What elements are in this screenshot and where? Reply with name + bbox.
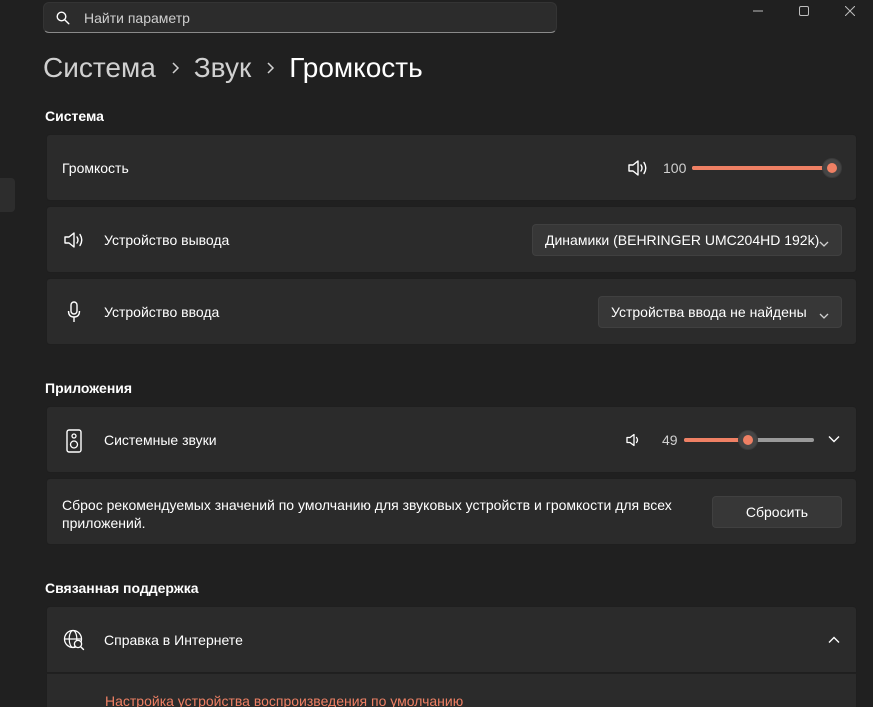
system-sounds-slider[interactable] <box>684 430 814 450</box>
speaker-icon <box>63 230 85 250</box>
slider-thumb[interactable] <box>737 430 758 450</box>
system-sounds-card[interactable]: Системные звуки 49 <box>46 406 857 473</box>
sidebar-selected-item[interactable] <box>0 178 15 212</box>
help-link-default-playback[interactable]: Настройка устройства воспроизведения по … <box>105 693 463 707</box>
input-device-card: Устройство ввода Устройства ввода не най… <box>46 278 857 345</box>
breadcrumb-system[interactable]: Система <box>43 52 156 84</box>
input-device-dropdown[interactable]: Устройства ввода не найдены <box>598 296 842 328</box>
maximize-icon <box>799 6 809 16</box>
chevron-down-icon <box>819 235 829 251</box>
input-device-label: Устройство ввода <box>104 304 220 320</box>
minimize-icon <box>753 10 763 12</box>
globe-search-icon <box>63 629 85 651</box>
settings-window: Система Звук Громкость Система Громкость… <box>0 0 873 707</box>
system-sounds-label: Системные звуки <box>104 432 217 448</box>
chevron-right-icon <box>170 61 180 75</box>
chevron-down-icon[interactable] <box>827 434 841 444</box>
breadcrumb-sound[interactable]: Звук <box>194 52 251 84</box>
search-icon <box>56 10 70 25</box>
output-device-selected: Динамики (BEHRINGER UMC204HD 192k) <box>545 232 820 248</box>
reset-description: Сброс рекомендуемых значений по умолчани… <box>62 497 672 531</box>
minimize-button[interactable] <box>735 0 781 22</box>
system-sounds-value: 49 <box>662 432 678 448</box>
reset-card: Сброс рекомендуемых значений по умолчани… <box>46 478 857 545</box>
volume-slider[interactable] <box>692 158 842 178</box>
online-help-label: Справка в Интернете <box>104 632 243 648</box>
speaker-icon[interactable] <box>627 157 649 179</box>
close-button[interactable] <box>827 0 873 22</box>
slider-fill <box>692 166 832 170</box>
input-device-selected: Устройства ввода не найдены <box>611 304 807 320</box>
output-device-dropdown[interactable]: Динамики (BEHRINGER UMC204HD 192k) <box>532 224 842 256</box>
volume-label: Громкость <box>62 160 129 176</box>
speaker-device-icon <box>65 429 83 453</box>
microphone-icon <box>65 301 83 323</box>
online-help-content: Настройка устройства воспроизведения по … <box>46 674 857 707</box>
chevron-up-icon[interactable] <box>827 635 841 645</box>
search-input[interactable] <box>82 8 526 27</box>
output-device-card: Устройство вывода Динамики (BEHRINGER UM… <box>46 206 857 273</box>
page-title: Громкость <box>289 52 423 83</box>
chevron-down-icon <box>819 307 829 323</box>
slider-thumb[interactable] <box>822 158 842 178</box>
section-title-apps: Приложения <box>45 380 133 396</box>
reset-button[interactable]: Сбросить <box>712 496 842 528</box>
close-icon <box>845 6 855 16</box>
window-controls <box>735 0 873 22</box>
breadcrumb: Система Звук Громкость <box>43 52 423 84</box>
volume-card: Громкость 100 <box>46 134 857 201</box>
maximize-button[interactable] <box>781 0 827 22</box>
search-box[interactable] <box>43 2 557 33</box>
section-title-support: Связанная поддержка <box>45 580 199 596</box>
volume-value: 100 <box>663 160 687 176</box>
online-help-card[interactable]: Справка в Интернете <box>46 606 857 673</box>
output-device-label: Устройство вывода <box>104 232 230 248</box>
speaker-icon[interactable] <box>625 432 643 448</box>
chevron-right-icon <box>265 61 275 75</box>
section-title-system: Система <box>45 108 104 124</box>
